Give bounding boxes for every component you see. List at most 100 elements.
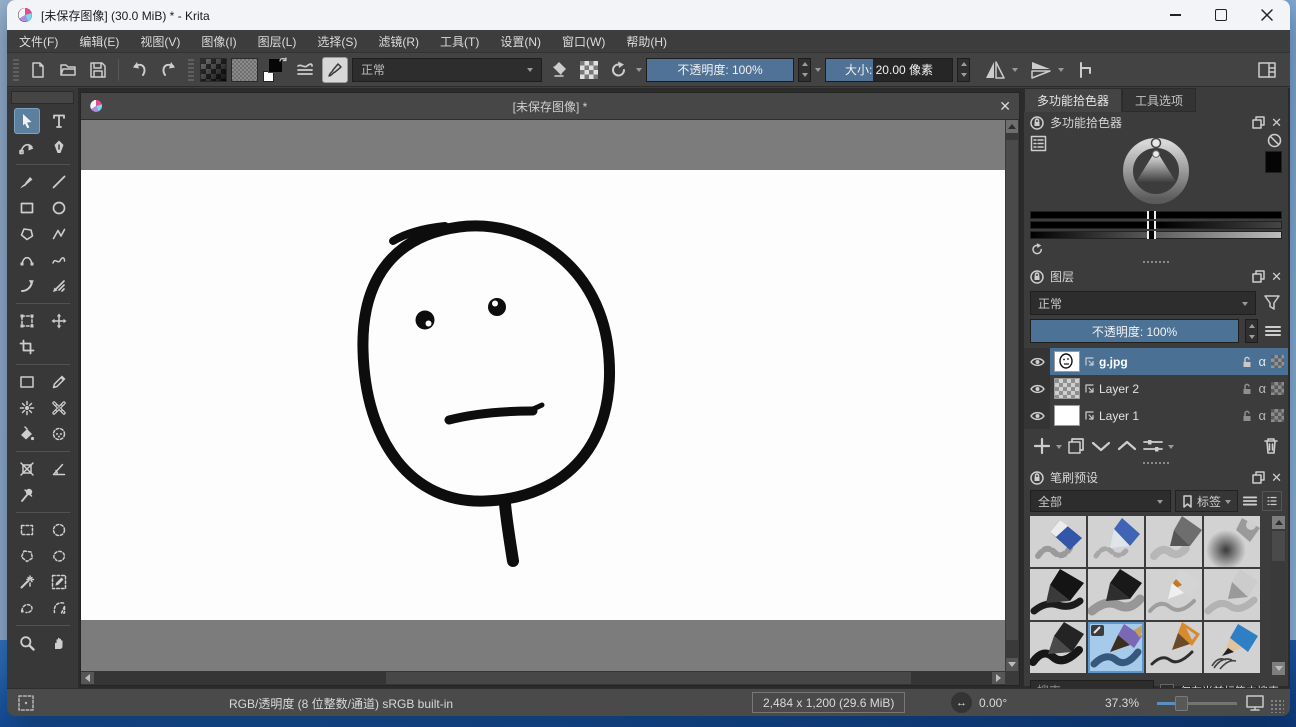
move-layer-up-icon[interactable] [1116,436,1138,456]
tool-crop[interactable] [14,334,40,360]
inherit-alpha-icon[interactable] [1271,382,1284,395]
tool-zoom[interactable] [14,630,40,656]
float-docker-icon[interactable] [1252,116,1265,129]
tool-bezier-curve[interactable] [14,247,40,273]
layer-lock-icon[interactable] [1241,410,1253,422]
menu-help[interactable]: 帮助(H) [626,33,667,50]
canvas[interactable] [81,170,1005,620]
tool-polygon-select[interactable] [14,543,40,569]
tags-button[interactable]: 标签 [1175,490,1238,512]
visibility-eye-icon[interactable] [1030,356,1045,368]
menu-select[interactable]: 选择(S) [317,33,357,50]
brush-grid-scrollbar[interactable] [1271,516,1286,675]
tool-smart-patch[interactable] [46,395,72,421]
brush-presets-popup-button[interactable] [292,57,318,83]
brush-menu-icon[interactable] [1242,493,1258,509]
brush-preset-eraser-soft[interactable] [1088,516,1144,567]
brush-preset-basic-selected[interactable] [1088,622,1144,673]
layer-filter-icon[interactable] [1262,293,1282,313]
brush-preset-airbrush-linear[interactable] [1146,516,1202,567]
brush-preset-marker[interactable] [1088,569,1144,620]
slider-handle[interactable] [1147,231,1156,239]
toolbox-drag-handle[interactable] [11,91,74,104]
scroll-up-button[interactable] [1006,120,1018,133]
scroll-right-button[interactable] [992,672,1005,684]
tool-polygon[interactable] [14,221,40,247]
layer-row-layer2[interactable]: Layer 2 α [1024,375,1288,402]
slider-handle[interactable] [1147,221,1156,229]
menu-window[interactable]: 窗口(W) [562,33,605,50]
slider-handle[interactable] [1147,211,1156,219]
lightness-slider[interactable] [1030,231,1282,239]
layer-opacity-spinner[interactable] [1245,319,1258,343]
menu-edit[interactable]: 编辑(E) [79,33,119,50]
tool-transform[interactable] [14,308,40,334]
inherit-alpha-icon[interactable] [1271,355,1284,368]
inherit-alpha-icon[interactable] [1271,409,1284,422]
tool-text[interactable] [46,108,72,134]
close-docker-icon[interactable]: ✕ [1271,269,1282,285]
scroll-down-button[interactable] [1272,662,1285,675]
tool-ellipse-select[interactable] [46,517,72,543]
document-close-button[interactable]: ✕ [999,98,1011,115]
tool-bezier-select[interactable] [14,595,40,621]
maximize-button[interactable] [1198,0,1244,30]
tool-reference-images[interactable] [14,482,40,508]
new-document-button[interactable] [25,57,51,83]
minimize-button[interactable] [1152,0,1198,30]
wrap-around-button[interactable] [1074,57,1100,83]
docker-splitter[interactable] [1024,258,1288,266]
selection-mode-icon[interactable] [17,694,35,712]
pattern-chooser-button[interactable] [231,58,258,82]
image-dimensions[interactable]: 2,484 x 1,200 (29.6 MiB) [752,692,905,713]
move-layer-down-icon[interactable] [1090,436,1112,456]
visibility-eye-icon[interactable] [1030,383,1045,395]
color-wheel[interactable] [1120,133,1192,205]
vertical-scroll-thumb[interactable] [1006,140,1018,640]
tool-fill[interactable] [14,421,40,447]
redo-button[interactable] [156,57,182,83]
tool-pan[interactable] [46,630,72,656]
menu-tools[interactable]: 工具(T) [440,33,479,50]
zoom-slider-handle[interactable] [1175,696,1188,711]
preserve-alpha-button[interactable] [576,57,602,83]
colorspace-status[interactable]: RGB/透明度 (8 位整数/通道) sRGB built-in [229,689,453,716]
close-docker-icon[interactable]: ✕ [1271,470,1282,486]
workspace-chooser-button[interactable] [1254,57,1280,83]
scroll-left-button[interactable] [81,672,94,684]
brush-filter-combo[interactable]: 全部 [1030,490,1171,512]
brush-preset-ink-brush[interactable] [1030,622,1086,673]
menu-filter[interactable]: 滤镜(R) [378,33,419,50]
canvas-rotation-icon[interactable]: ↔ [951,692,972,713]
selector-settings-icon[interactable] [1030,135,1047,152]
tool-edit-shapes[interactable] [14,134,40,160]
layer-properties-icon[interactable] [1142,436,1164,456]
brush-scroll-thumb[interactable] [1272,531,1285,561]
layer-lock-icon[interactable] [1241,356,1253,368]
tool-move[interactable] [46,308,72,334]
tool-colorize-mask[interactable] [14,395,40,421]
opacity-slider[interactable]: 不透明度: 100% [646,58,794,82]
undo-button[interactable] [126,57,152,83]
rotation-value[interactable]: 0.00° [979,689,1007,716]
no-color-icon[interactable] [1267,133,1282,148]
value-slider[interactable] [1030,211,1282,219]
menu-settings[interactable]: 设置(N) [500,33,541,50]
tab-tool-options[interactable]: 工具选项 [1122,88,1196,112]
tool-rectangle[interactable] [14,195,40,221]
brush-preset-pencil[interactable] [1204,622,1260,673]
alpha-lock-icon[interactable]: α [1258,381,1266,396]
tool-gradient[interactable] [14,369,40,395]
tool-contiguous-select[interactable] [46,569,72,595]
close-docker-icon[interactable]: ✕ [1271,115,1282,131]
scroll-down-button[interactable] [1006,658,1018,671]
layers-docker-header[interactable]: 图层 ✕ [1024,266,1288,287]
tool-freehand-brush[interactable] [14,169,40,195]
chevron-down-icon[interactable] [1012,68,1018,75]
brush-editor-button[interactable] [322,57,348,83]
chevron-down-icon[interactable] [636,68,642,75]
brush-preset-detail-brush[interactable] [1146,622,1202,673]
alpha-lock-icon[interactable]: α [1258,354,1266,369]
mirror-vertical-button[interactable] [982,57,1008,83]
tool-measure[interactable] [46,456,72,482]
